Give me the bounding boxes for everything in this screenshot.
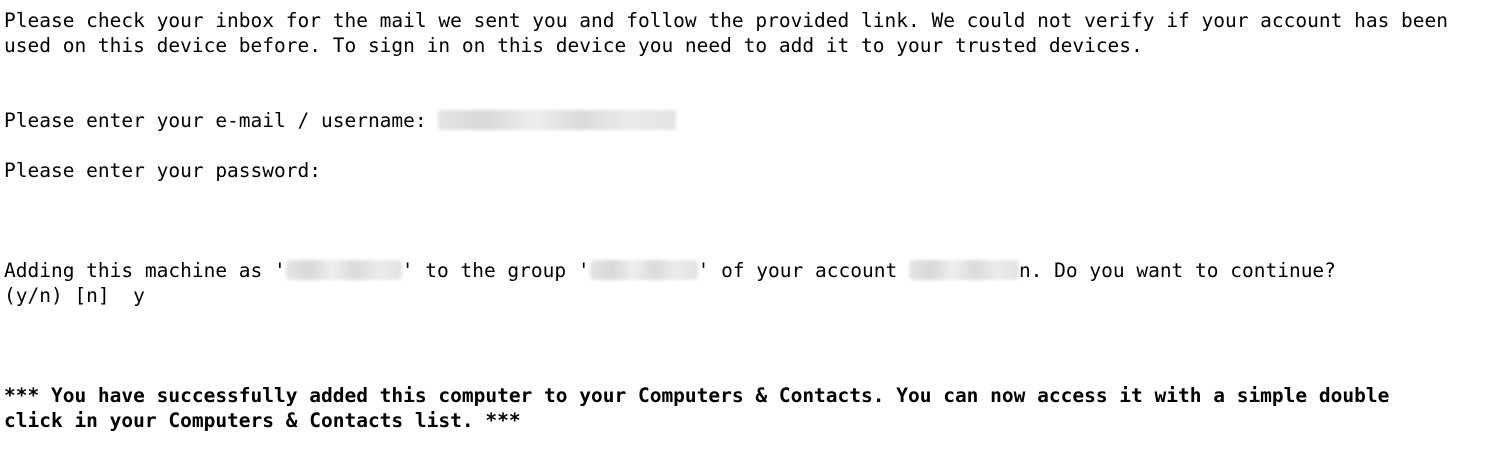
- redacted-email: [438, 110, 677, 130]
- add-machine-text-4: n. Do you want to continue?: [1018, 259, 1336, 282]
- password-prompt: Please enter your password:: [4, 159, 321, 182]
- intro-message-line-1: Please check your inbox for the mail we …: [4, 9, 1449, 32]
- redacted-group-name: [589, 260, 698, 280]
- add-machine-text-2: ' to the group ': [401, 259, 590, 282]
- redacted-machine-name: [285, 260, 402, 280]
- add-machine-text-3: ' of your account: [697, 259, 909, 282]
- success-message-line-2: click in your Computers & Contacts list.…: [4, 409, 521, 432]
- email-prompt-line: Please enter your e-mail / username:: [4, 108, 1481, 133]
- add-machine-text-1: Adding this machine as ': [4, 259, 286, 282]
- redacted-account: [908, 260, 1019, 280]
- add-machine-line: Adding this machine as ' ' to the group '…: [4, 258, 1481, 283]
- success-message-line-1: *** You have successfully added this com…: [4, 384, 1390, 407]
- email-prompt: Please enter your e-mail / username:: [4, 109, 439, 132]
- confirm-prompt-answer: (y/n) [n] y: [4, 284, 145, 307]
- intro-message-line-2: used on this device before. To sign in o…: [4, 34, 1143, 57]
- console-output: Please check your inbox for the mail we …: [4, 8, 1481, 433]
